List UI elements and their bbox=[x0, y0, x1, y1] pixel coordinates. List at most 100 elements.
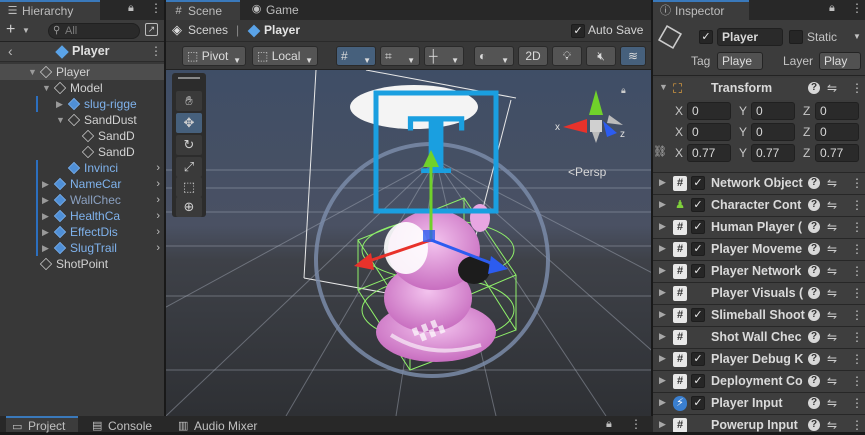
grid-snap-button[interactable]: # ▼ bbox=[336, 46, 376, 66]
y-axis-cone[interactable] bbox=[589, 90, 603, 115]
expand-right-icon[interactable]: ▶ bbox=[659, 265, 666, 276]
hierarchy-item[interactable]: ▶ EffectDis › bbox=[0, 224, 164, 240]
component-menu-icon[interactable]: ⋮ bbox=[851, 242, 863, 256]
persp-label[interactable]: <Persp bbox=[568, 165, 606, 179]
presets-icon[interactable]: ⇋ bbox=[827, 242, 837, 256]
component-menu-icon[interactable]: ⋮ bbox=[851, 176, 863, 190]
expand-prefab-icon[interactable]: › bbox=[156, 240, 160, 256]
hierarchy-item[interactable]: ShotPoint bbox=[0, 256, 164, 272]
panel-menu-icon[interactable]: ⋮ bbox=[150, 1, 162, 15]
component-enabled-checkbox[interactable]: ✓ bbox=[691, 308, 705, 322]
position-z-field[interactable]: 0 bbox=[815, 102, 859, 120]
position-z-label[interactable]: Z bbox=[803, 104, 810, 118]
presets-icon[interactable]: ⇋ bbox=[827, 198, 837, 212]
tag-dropdown[interactable]: Playe bbox=[717, 52, 763, 70]
component-header[interactable]: ▶ # ✓ Slimeball Shoot? ⇋ ⋮ bbox=[653, 304, 865, 326]
component-menu-icon[interactable]: ⋮ bbox=[851, 374, 863, 388]
rotation-x-label[interactable]: X bbox=[675, 125, 683, 139]
lighting-toggle[interactable]: 💡︎ bbox=[552, 46, 582, 66]
expand-right-icon[interactable]: ▶ bbox=[42, 208, 52, 224]
constrain-proportions-icon[interactable]: ⛓ bbox=[653, 145, 667, 158]
add-button[interactable]: + bbox=[6, 21, 15, 39]
component-enabled-checkbox[interactable]: ✓ bbox=[691, 220, 705, 234]
breadcrumb-current[interactable]: Player bbox=[264, 23, 300, 37]
scene-viewport[interactable]: ▚▚▚ T ✋︎ ✥ ↻ ⤢ ⬚ ⊕ x z 🔒︎ <Persp bbox=[166, 70, 651, 416]
rotation-y-label[interactable]: Y bbox=[739, 125, 747, 139]
expand-down-icon[interactable]: ▼ bbox=[42, 80, 52, 96]
position-y-label[interactable]: Y bbox=[739, 104, 747, 118]
position-y-field[interactable]: 0 bbox=[751, 102, 795, 120]
lock-icon[interactable]: 🔒︎ bbox=[606, 418, 612, 431]
local-dropdown[interactable]: ⬚ Local ▼ bbox=[252, 46, 318, 66]
lock-icon[interactable]: 🔒︎ bbox=[128, 2, 134, 15]
shading-mode-button[interactable]: ◐ ▼ bbox=[474, 46, 514, 66]
presets-icon[interactable]: ⇋ bbox=[827, 176, 837, 190]
expand-right-icon[interactable]: ▶ bbox=[659, 419, 666, 430]
position-x-field[interactable]: 0 bbox=[687, 102, 731, 120]
chevron-down-icon[interactable]: ▼ bbox=[22, 26, 30, 35]
component-header[interactable]: ▶ # ✓ Player Debug K? ⇋ ⋮ bbox=[653, 348, 865, 370]
presets-icon[interactable]: ⇋ bbox=[827, 220, 837, 234]
component-header[interactable]: ▶ # Shot Wall Chec? ⇋ ⋮ bbox=[653, 326, 865, 348]
expand-down-icon[interactable]: ▼ bbox=[28, 64, 38, 80]
palette-drag-handle[interactable] bbox=[178, 77, 200, 79]
gizmo-lock-icon[interactable]: 🔒︎ bbox=[621, 85, 626, 96]
hierarchy-item[interactable]: SandD bbox=[0, 144, 164, 160]
expand-right-icon[interactable]: ▶ bbox=[659, 309, 666, 320]
breadcrumb-scenes[interactable]: Scenes bbox=[188, 23, 228, 37]
auto-save-checkbox[interactable]: ✓ bbox=[571, 24, 585, 38]
component-header[interactable]: ▶ # ✓ Player Moveme? ⇋ ⋮ bbox=[653, 238, 865, 260]
scale-x-label[interactable]: X bbox=[675, 146, 683, 160]
lock-icon[interactable]: 🔒︎ bbox=[829, 2, 835, 15]
tab-hierarchy[interactable]: ☰ Hierarchy bbox=[0, 0, 100, 20]
expand-right-icon[interactable]: ▶ bbox=[42, 176, 52, 192]
component-enabled-checkbox[interactable]: ✓ bbox=[691, 198, 705, 212]
expand-prefab-icon[interactable]: › bbox=[156, 224, 160, 240]
tab-audio-mixer[interactable]: ▥ Audio Mixer bbox=[172, 418, 272, 433]
expand-right-icon[interactable]: ▶ bbox=[659, 221, 666, 232]
expand-right-icon[interactable]: ▶ bbox=[659, 199, 666, 210]
help-icon[interactable]: ? bbox=[808, 419, 820, 431]
expand-right-icon[interactable]: ▶ bbox=[659, 243, 666, 254]
component-menu-icon[interactable]: ⋮ bbox=[851, 308, 863, 322]
tab-game[interactable]: ◉ Game bbox=[244, 0, 314, 20]
component-menu-icon[interactable]: ⋮ bbox=[851, 198, 863, 212]
expand-right-icon[interactable]: ▶ bbox=[659, 177, 666, 188]
scale-z-field[interactable]: 0.77 bbox=[815, 144, 859, 162]
presets-icon[interactable]: ⇋ bbox=[827, 352, 837, 366]
tab-scene[interactable]: # Scene bbox=[166, 0, 240, 20]
hierarchy-item[interactable]: ▶ HealthCa › bbox=[0, 208, 164, 224]
component-enabled-checkbox[interactable]: ✓ bbox=[691, 352, 705, 366]
help-icon[interactable]: ? bbox=[808, 375, 820, 387]
component-menu-icon[interactable]: ⋮ bbox=[851, 220, 863, 234]
component-enabled-checkbox[interactable]: ✓ bbox=[691, 242, 705, 256]
hierarchy-item[interactable]: ▶ SlugTrail › bbox=[0, 240, 164, 256]
presets-icon[interactable]: ⇋ bbox=[827, 374, 837, 388]
component-menu-icon[interactable]: ⋮ bbox=[851, 396, 863, 410]
rect-tool-button[interactable]: ⬚ bbox=[176, 177, 202, 197]
rotation-z-label[interactable]: Z bbox=[803, 125, 810, 139]
component-header[interactable]: ▶ ♟ ✓ Character Cont? ⇋ ⋮ bbox=[653, 194, 865, 216]
move-tool-button[interactable]: ✥ bbox=[176, 113, 202, 133]
x-axis-cone[interactable] bbox=[563, 119, 587, 133]
component-enabled-checkbox[interactable]: ✓ bbox=[691, 396, 705, 410]
object-name-field[interactable]: Player bbox=[717, 28, 783, 46]
hierarchy-item[interactable]: ▶ slug-rigge bbox=[0, 96, 164, 112]
help-icon[interactable]: ? bbox=[808, 287, 820, 299]
scale-y-label[interactable]: Y bbox=[739, 146, 747, 160]
expand-prefab-icon[interactable]: › bbox=[156, 208, 160, 224]
component-header[interactable]: ▶ # Powerup Input? ⇋ ⋮ bbox=[653, 414, 865, 432]
expand-right-icon[interactable]: ▶ bbox=[659, 353, 666, 364]
expand-prefab-icon[interactable]: › bbox=[156, 176, 160, 192]
header-menu-icon[interactable]: ⋮ bbox=[150, 44, 162, 58]
component-enabled-checkbox[interactable]: ✓ bbox=[691, 264, 705, 278]
help-icon[interactable]: ? bbox=[808, 177, 820, 189]
component-header[interactable]: ▶ # ✓ Deployment Co? ⇋ ⋮ bbox=[653, 370, 865, 392]
back-icon[interactable]: ‹ bbox=[8, 43, 13, 59]
component-header[interactable]: ▶ ⚡ ✓ Player Input? ⇋ ⋮ bbox=[653, 392, 865, 414]
help-icon[interactable]: ? bbox=[808, 82, 820, 94]
pivot-dropdown[interactable]: ⬚ Pivot ▼ bbox=[182, 46, 246, 66]
help-icon[interactable]: ? bbox=[808, 243, 820, 255]
panel-menu-icon[interactable]: ⋮ bbox=[851, 1, 863, 15]
tab-console[interactable]: ▤ Console bbox=[86, 418, 162, 433]
